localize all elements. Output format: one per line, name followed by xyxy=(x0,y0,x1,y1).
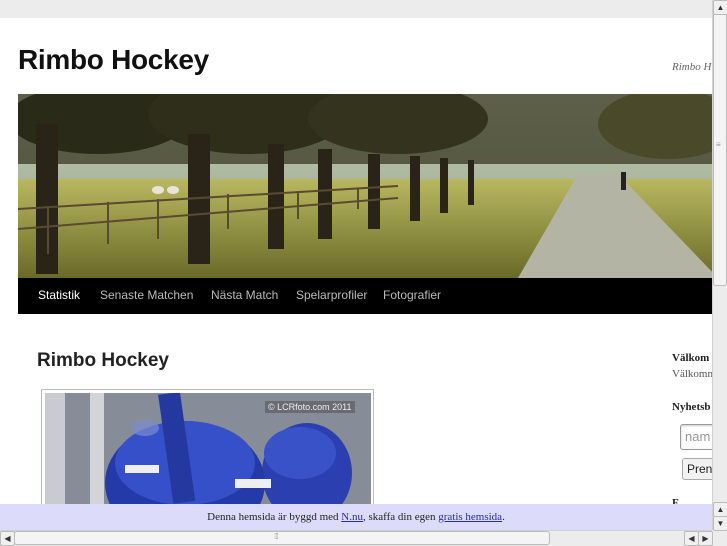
nav-item-statistik[interactable]: Statistik xyxy=(38,288,80,302)
footer-link-gratis-hemsida[interactable]: gratis hemsida xyxy=(438,511,502,523)
main-navigation: Statistik Senaste Matchen Nästa Match Sp… xyxy=(18,278,712,314)
vertical-scrollbar-thumb[interactable] xyxy=(713,12,727,286)
scroll-left-right-icon[interactable]: ◀ xyxy=(684,531,699,546)
header-banner-image xyxy=(18,94,712,278)
nav-item-senaste-matchen[interactable]: Senaste Matchen xyxy=(100,288,193,302)
sidebar-welcome-text: Välkomn xyxy=(672,368,712,380)
vertical-thumb-grip-icon: ≡ xyxy=(716,140,721,149)
site-title[interactable]: Rimbo Hockey xyxy=(18,44,209,76)
nav-item-fotografier[interactable]: Fotografier xyxy=(383,288,441,302)
post-title[interactable]: Rimbo Hockey xyxy=(37,350,169,372)
page: Rimbo Hockey Rimbo H Statistik Senaste M… xyxy=(0,18,712,504)
scroll-up-icon[interactable]: ▲ xyxy=(713,0,727,15)
site-description: Rimbo H xyxy=(672,61,712,73)
scroll-down-icon[interactable]: ▼ xyxy=(713,516,727,531)
sidebar-welcome-heading: Välkom xyxy=(672,352,710,364)
horizontal-thumb-grip-icon: ⁞⁞⁞ xyxy=(274,532,279,541)
site-footer: Denna hemsida är byggd med N.nu, skaffa … xyxy=(0,504,712,530)
sidebar-cut-heading: F xyxy=(672,497,679,504)
sidebar-newsletter-heading: Nyhetsb xyxy=(672,401,711,413)
footer-text-prefix: Denna hemsida är byggd med xyxy=(207,511,342,523)
scroll-right-icon[interactable]: ▶ xyxy=(698,531,713,546)
image-watermark: © LCRfoto.com 2011 xyxy=(265,401,355,413)
newsletter-name-input[interactable]: nam xyxy=(680,424,712,450)
horizontal-scrollbar-thumb[interactable] xyxy=(14,531,550,545)
footer-text-middle: , skaffa din egen xyxy=(362,511,439,523)
scroll-up-lower-icon[interactable]: ▲ xyxy=(713,502,727,517)
footer-link-nnu[interactable]: N.nu xyxy=(341,511,363,523)
newsletter-subscribe-button[interactable]: Pren xyxy=(682,458,712,480)
nav-item-spelarprofiler[interactable]: Spelarprofiler xyxy=(296,288,367,302)
nav-item-nasta-match[interactable]: Nästa Match xyxy=(211,288,278,302)
scroll-left-icon[interactable]: ◀ xyxy=(0,531,15,546)
footer-text-suffix: . xyxy=(502,511,505,523)
